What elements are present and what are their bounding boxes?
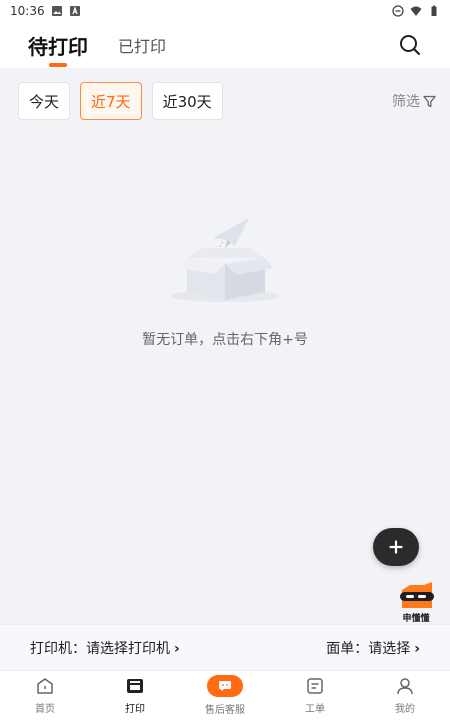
plus-icon [389,540,403,554]
status-time: 10:36 [10,4,45,18]
chat-icon [207,675,243,697]
nav-item-customer-service[interactable]: 售后客服 [180,671,270,720]
header: 待打印 已打印 [0,22,450,68]
waybill-select-label: 面单：请选择 [326,640,411,657]
waybill-chevron-icon: › [414,640,420,657]
mascot-assistant[interactable]: 申懂懂 [396,582,436,624]
nav-item-print[interactable]: 打印 [90,671,180,720]
nav-home-label: 首页 [35,704,55,715]
chip-last-7-days[interactable]: 近7天 [80,82,142,120]
nav-customer-service-label: 售后客服 [205,705,245,716]
nav-item-home[interactable]: 首页 [0,671,90,720]
tab-printed[interactable]: 已打印 [118,33,166,57]
nav-tickets-label: 工单 [305,704,325,715]
empty-box-illustration [171,218,279,302]
chip-last-30-days[interactable]: 近30天 [151,82,223,120]
a-icon [69,6,80,16]
search-icon[interactable] [398,33,422,57]
printer-bar: 打印机：请选择打印机 › 面单：请选择 › [0,624,450,670]
printer-icon [127,679,143,693]
printer-select-label: 打印机：请选择打印机 [30,640,170,657]
home-icon [37,678,53,694]
printer-select[interactable]: 打印机：请选择打印机 › [30,638,180,658]
chip-today-label: 今天 [29,92,60,111]
bottom-nav: 首页 打印 售后客服 工单 我的 [0,670,450,720]
image-icon [51,6,62,16]
nav-print-label: 打印 [125,704,145,715]
add-order-button[interactable] [373,528,419,566]
dnd-icon [392,5,404,17]
mascot-face-icon [400,582,434,608]
empty-message: 暂无订单，点击右下角+号 [142,332,308,348]
status-bar: 10:36 [0,0,450,22]
nav-item-mine[interactable]: 我的 [360,671,450,720]
chip-last-7-days-label: 近7天 [91,92,131,111]
date-filter-row: 今天 近7天 近30天 筛选 [18,82,438,120]
nav-item-tickets[interactable]: 工单 [270,671,360,720]
printer-chevron-icon: › [174,640,180,657]
mascot-label: 申懂懂 [402,614,430,624]
nav-mine-label: 我的 [395,704,415,715]
chip-last-30-days-label: 近30天 [162,92,212,111]
battery-icon [431,5,437,16]
funnel-icon [423,95,436,107]
wifi-icon [410,6,422,16]
tab-pending-print[interactable]: 待打印 [28,31,88,60]
filter-button[interactable]: 筛选 [392,91,438,111]
ticket-icon [307,678,323,694]
filter-label: 筛选 [392,94,420,110]
waybill-select[interactable]: 面单：请选择 › [326,638,420,658]
person-icon [397,678,413,695]
chip-today[interactable]: 今天 [18,82,71,120]
